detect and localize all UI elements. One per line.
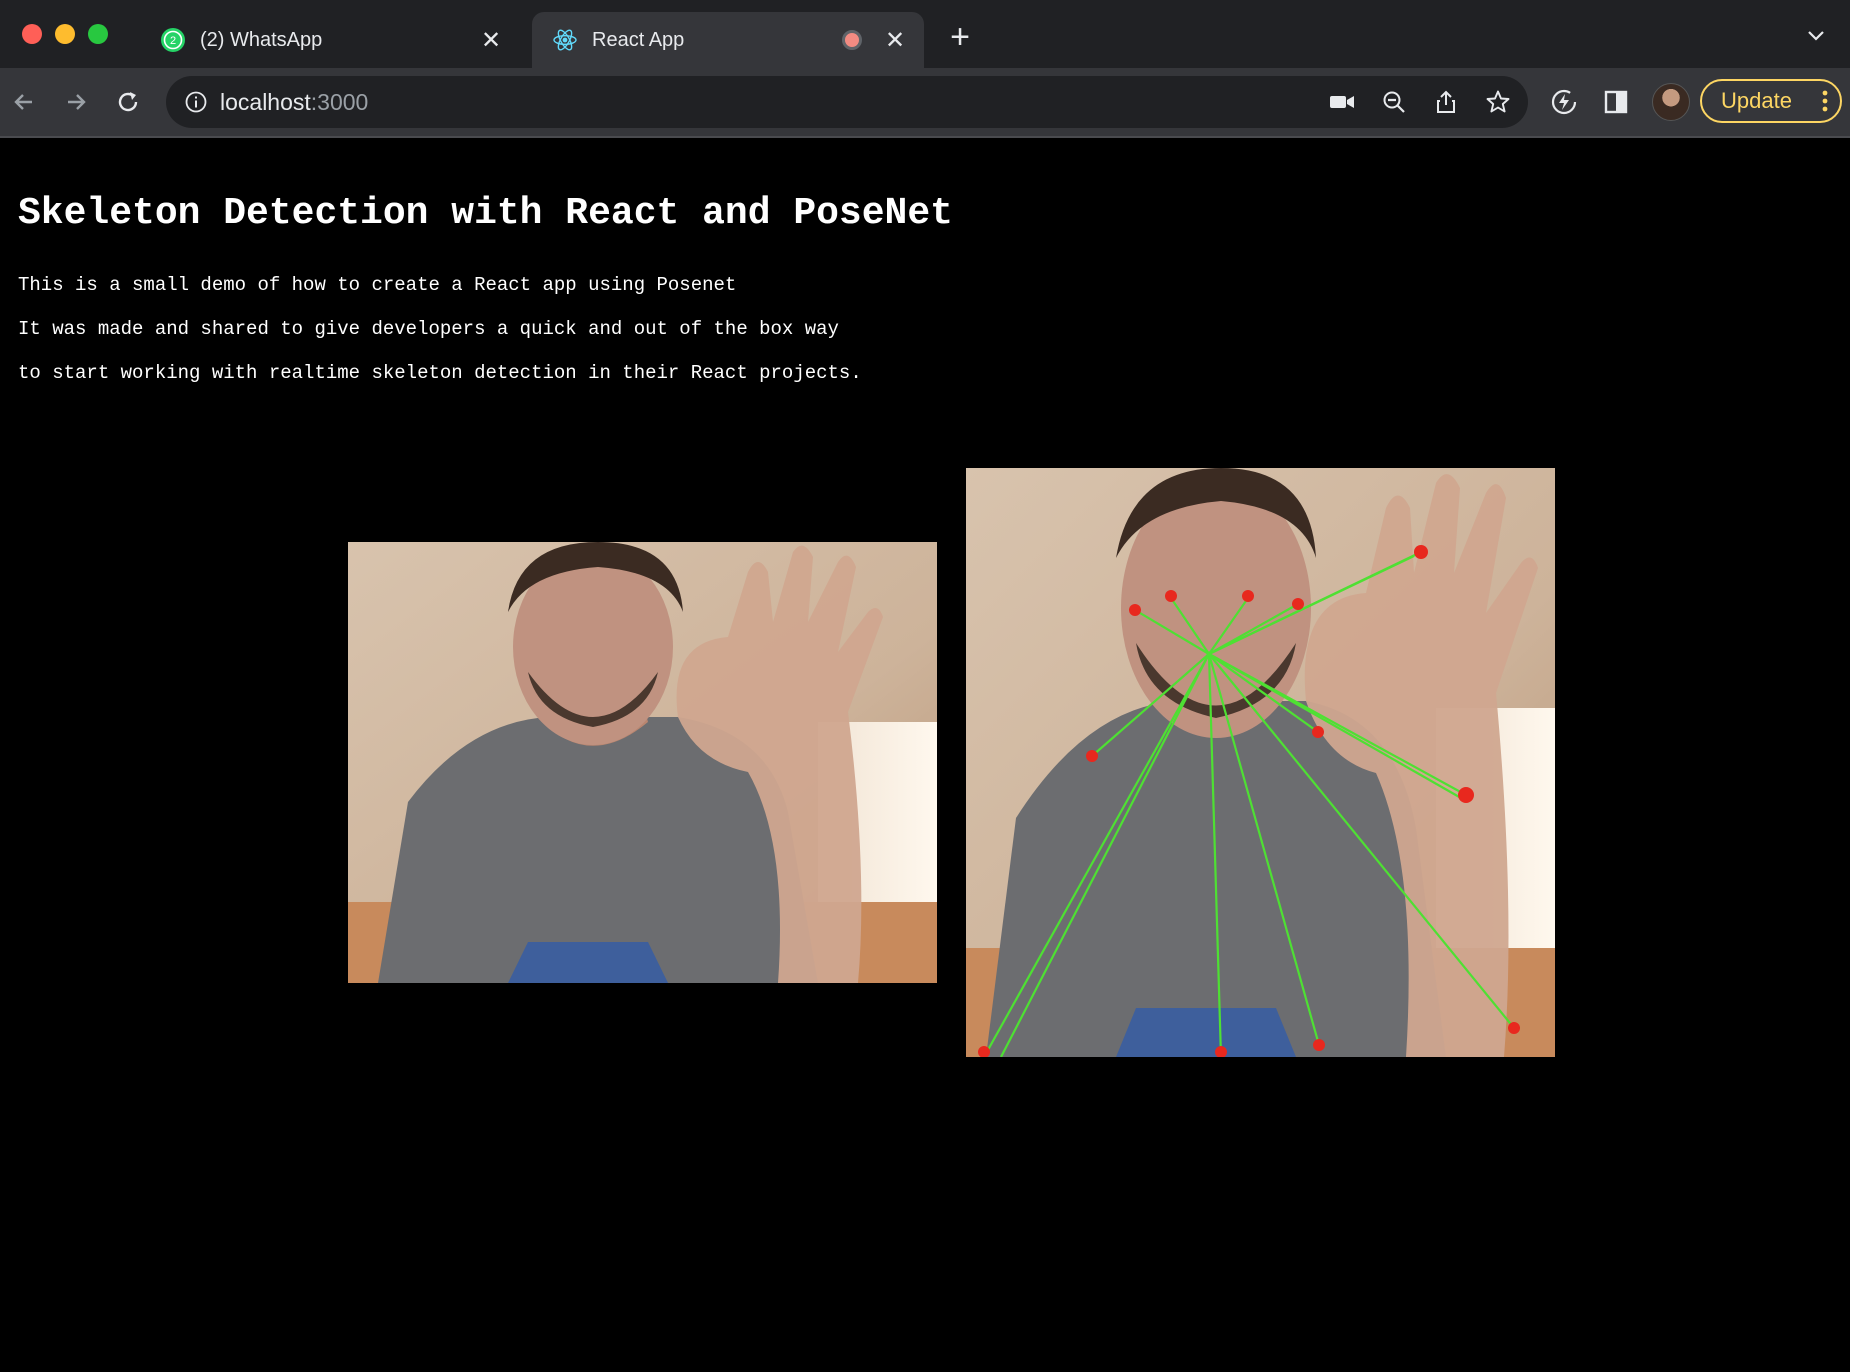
url-host: localhost bbox=[220, 89, 311, 115]
side-panel-icon[interactable] bbox=[1598, 84, 1634, 120]
description-line: It was made and shared to give developer… bbox=[18, 318, 839, 340]
share-icon[interactable] bbox=[1432, 88, 1460, 116]
whatsapp-badge: 2 bbox=[170, 35, 176, 47]
react-icon bbox=[552, 27, 578, 53]
whatsapp-icon: 2 bbox=[160, 27, 186, 53]
bookmark-star-icon[interactable] bbox=[1484, 88, 1512, 116]
keypoint bbox=[1458, 787, 1474, 803]
skeleton-lines bbox=[983, 551, 1515, 1057]
tab-title: React App bbox=[592, 28, 685, 51]
reload-icon bbox=[118, 92, 138, 112]
new-tab-button[interactable]: + bbox=[942, 18, 978, 57]
window-close-button[interactable] bbox=[22, 24, 42, 44]
skeleton-keypoints bbox=[978, 545, 1520, 1057]
update-label: Update bbox=[1721, 88, 1792, 113]
skeleton-line bbox=[1170, 597, 1210, 655]
skeleton-line bbox=[1134, 609, 1210, 655]
keypoint bbox=[1414, 545, 1428, 559]
back-button[interactable] bbox=[4, 82, 44, 122]
browser-toolbar: localhost:3000 Update bbox=[0, 68, 1850, 138]
keypoint bbox=[1292, 598, 1304, 610]
recording-indicator-icon bbox=[842, 30, 862, 50]
arrow-left-icon bbox=[14, 94, 32, 110]
keypoint bbox=[1215, 1046, 1227, 1057]
tab-title: (2) WhatsApp bbox=[200, 28, 323, 51]
skeleton-line bbox=[1207, 653, 1321, 1046]
webcam-frame-image bbox=[348, 542, 937, 983]
keypoint bbox=[1312, 726, 1324, 738]
description-line: to start working with realtime skeleton … bbox=[18, 362, 862, 384]
keypoint bbox=[1165, 590, 1177, 602]
description-line: This is a small demo of how to create a … bbox=[18, 274, 737, 296]
skeleton-line bbox=[983, 653, 1210, 1057]
forward-button[interactable] bbox=[56, 82, 96, 122]
tab-whatsapp[interactable]: 2 (2) WhatsApp ✕ bbox=[140, 12, 520, 68]
skeleton-line bbox=[1091, 653, 1210, 757]
window-maximize-button[interactable] bbox=[88, 24, 108, 44]
info-icon[interactable] bbox=[184, 90, 208, 119]
skeleton-line bbox=[1208, 653, 1515, 1029]
more-vertical-icon[interactable] bbox=[1822, 89, 1828, 119]
keypoint bbox=[1313, 1039, 1325, 1051]
skeleton-line bbox=[1000, 653, 1210, 1057]
chevron-down-icon[interactable] bbox=[1805, 24, 1827, 51]
pose-canvas bbox=[966, 468, 1555, 1057]
keypoint-nose bbox=[1206, 651, 1212, 657]
skeleton-line bbox=[1207, 653, 1223, 1057]
page-content: Skeleton Detection with React and PoseNe… bbox=[0, 138, 1850, 1372]
zoom-out-icon[interactable] bbox=[1380, 88, 1408, 116]
reload-button[interactable] bbox=[108, 82, 148, 122]
tab-react-app[interactable]: React App ✕ bbox=[532, 12, 924, 68]
address-bar[interactable]: localhost:3000 bbox=[166, 76, 1528, 128]
window-minimize-button[interactable] bbox=[55, 24, 75, 44]
skeleton-line bbox=[1208, 653, 1462, 799]
keypoint bbox=[1129, 604, 1141, 616]
keypoint bbox=[1086, 750, 1098, 762]
arrow-right-icon bbox=[68, 94, 86, 110]
keypoint bbox=[1242, 590, 1254, 602]
url-text[interactable]: localhost:3000 bbox=[220, 89, 368, 116]
update-button[interactable]: Update bbox=[1700, 79, 1842, 123]
skeleton-overlay bbox=[978, 545, 1520, 1057]
camera-icon[interactable] bbox=[1328, 88, 1356, 116]
skeleton-line bbox=[1208, 555, 1415, 655]
browser-tab-bar: 2 (2) WhatsApp ✕ React App ✕ + bbox=[0, 0, 1850, 68]
url-port: :3000 bbox=[310, 89, 369, 115]
webcam-video bbox=[348, 542, 937, 983]
close-icon[interactable]: ✕ bbox=[476, 26, 506, 55]
page-title: Skeleton Detection with React and PoseNe… bbox=[18, 192, 953, 235]
keypoint bbox=[1508, 1022, 1520, 1034]
profile-avatar[interactable] bbox=[1652, 83, 1690, 121]
close-icon[interactable]: ✕ bbox=[880, 26, 910, 55]
performance-icon[interactable] bbox=[1546, 84, 1582, 120]
